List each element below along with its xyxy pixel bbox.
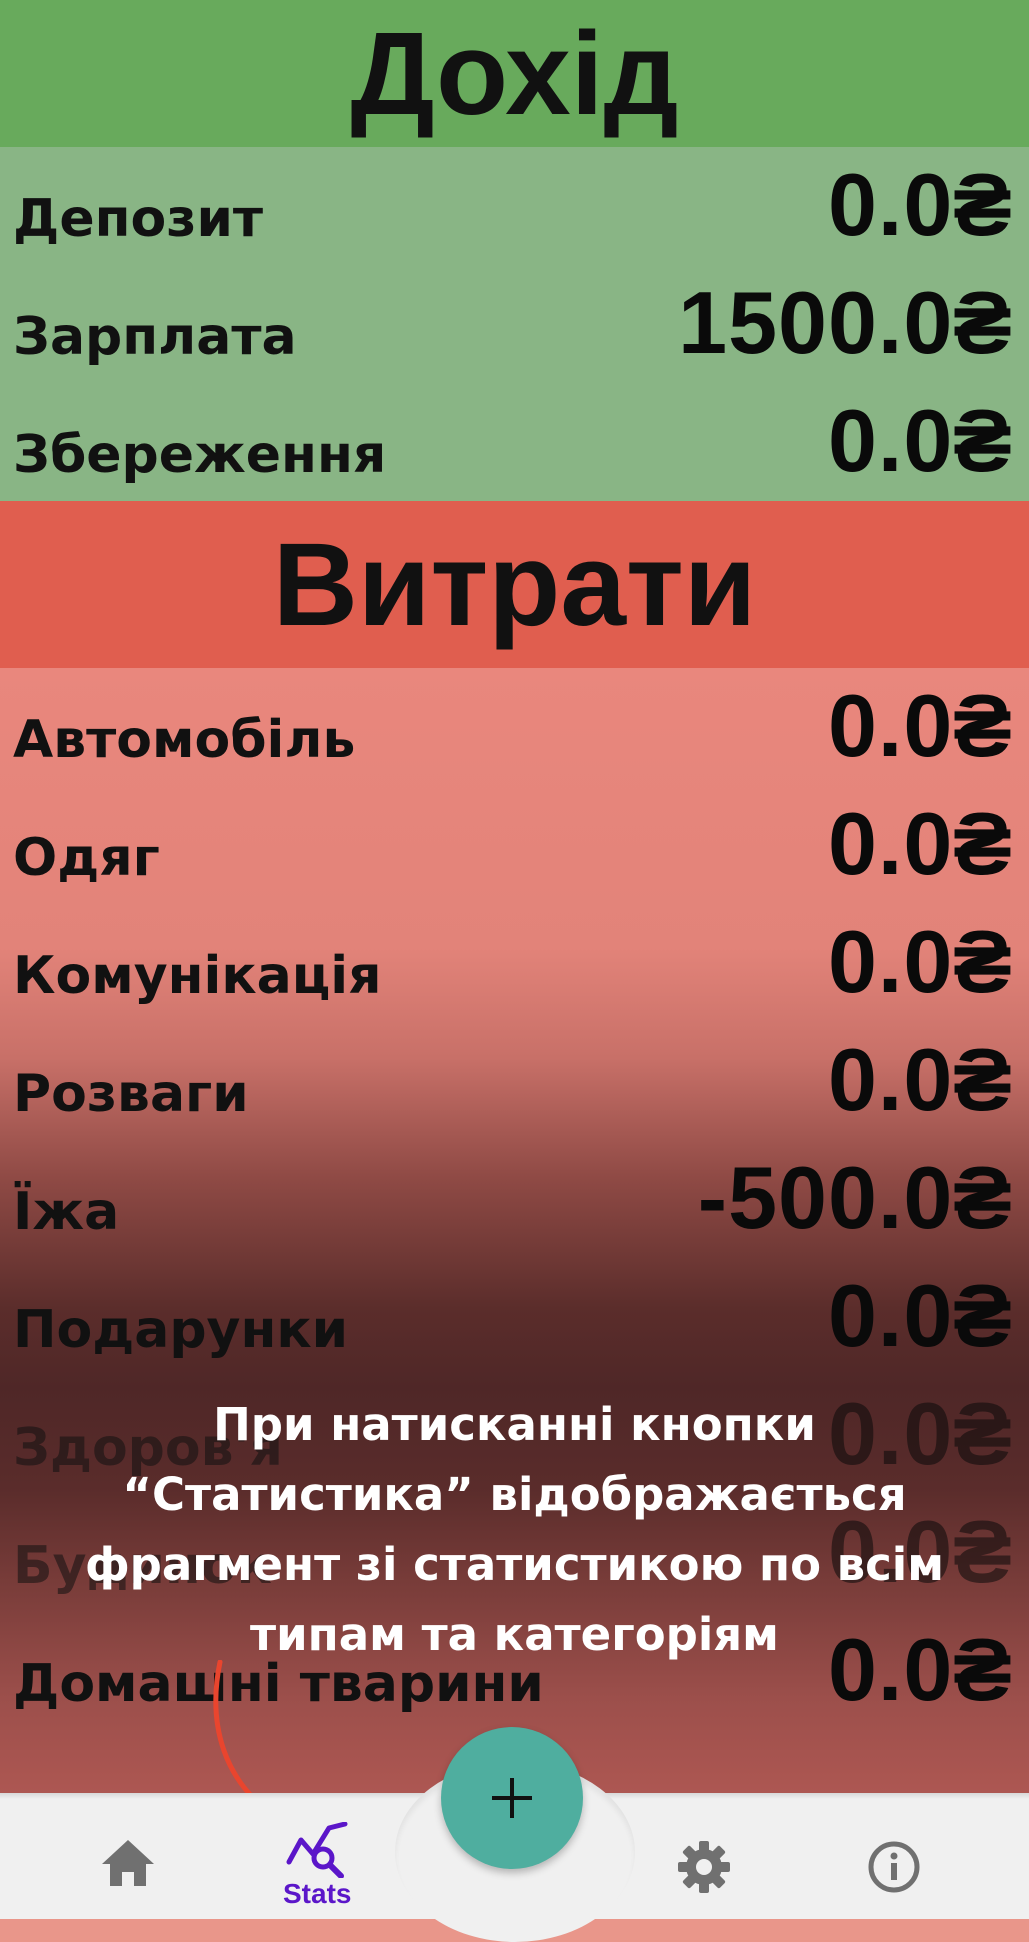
add-transaction-button[interactable] (441, 1727, 583, 1869)
row-label: Автомобіль (13, 710, 356, 770)
income-list: Депозит 0.0₴ Зарплата 1500.0₴ Збереження… (0, 147, 1029, 501)
expenses-header: Витрати (0, 501, 1029, 668)
income-row-salary[interactable]: Зарплата 1500.0₴ (0, 265, 1029, 383)
nav-info[interactable] (867, 1840, 921, 1894)
row-value: 0.0₴ (827, 1266, 1013, 1365)
income-header: Дохід (0, 0, 1029, 147)
row-label: Розваги (13, 1064, 249, 1124)
row-label: Одяг (13, 828, 160, 888)
row-label: Комунікація (13, 946, 382, 1006)
nav-settings[interactable] (677, 1840, 731, 1894)
row-label: Їжа (13, 1182, 120, 1242)
plus-icon (492, 1778, 532, 1818)
row-label: Зарплата (13, 307, 297, 367)
row-value: 0.0₴ (827, 912, 1013, 1011)
income-row-deposit[interactable]: Депозит 0.0₴ (0, 147, 1029, 265)
settings-icon (678, 1841, 730, 1893)
expense-row-food[interactable]: Їжа -500.0₴ (0, 1140, 1029, 1258)
stats-icon (286, 1822, 348, 1878)
nav-stats[interactable]: Stats (283, 1822, 351, 1908)
expense-row-gifts[interactable]: Подарунки 0.0₴ (0, 1258, 1029, 1376)
income-title: Дохід (350, 7, 679, 140)
tutorial-overlay-text: При натисканні кнопки “Статистика” відоб… (84, 1398, 945, 1661)
row-value: 0.0₴ (827, 794, 1013, 893)
row-value: 0.0₴ (827, 1030, 1013, 1129)
nav-stats-label: Stats (283, 1878, 352, 1909)
income-row-savings[interactable]: Збереження 0.0₴ (0, 383, 1029, 501)
expenses-title: Витрати (272, 518, 757, 651)
expense-row-clothes[interactable]: Одяг 0.0₴ (0, 786, 1029, 904)
row-value: 0.0₴ (827, 155, 1013, 254)
row-value: 0.0₴ (827, 391, 1013, 490)
row-value: 1500.0₴ (678, 273, 1013, 372)
expense-row-car[interactable]: Автомобіль 0.0₴ (0, 668, 1029, 786)
row-value: 0.0₴ (827, 676, 1013, 775)
info-icon (868, 1841, 920, 1893)
nav-home[interactable] (100, 1838, 156, 1888)
row-label: Депозит (13, 189, 264, 249)
row-label: Збереження (13, 425, 387, 485)
expense-row-communication[interactable]: Комунікація 0.0₴ (0, 904, 1029, 1022)
expense-row-entertainment[interactable]: Розваги 0.0₴ (0, 1022, 1029, 1140)
row-value: -500.0₴ (697, 1148, 1013, 1247)
row-label: Подарунки (13, 1300, 349, 1360)
home-icon (102, 1840, 154, 1886)
